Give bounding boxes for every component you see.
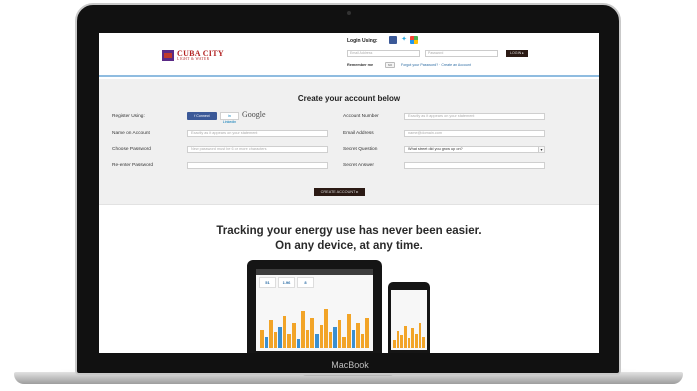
phone-illustration [388, 282, 430, 353]
forgot-password-link[interactable]: Forgot your Password? · Create an Accoun… [401, 63, 471, 67]
google-register-button[interactable]: Google [242, 110, 266, 119]
phone-bar-chart [393, 320, 426, 348]
create-account-section: Create your account below Register Using… [99, 79, 599, 205]
secret-question-value: What street did you grow up on? [408, 147, 463, 151]
tablet-screen: 51 1.96 8 [256, 269, 373, 351]
site-header: CUBA CITY LIGHT & WATER Login Using: ✦ E… [99, 33, 599, 77]
phone-screen [391, 290, 427, 350]
secret-question-select[interactable]: What street did you grow up on? ▾ [404, 146, 545, 153]
remember-me-label: Remember me [347, 63, 374, 67]
choose-password-input[interactable]: New password must be 6 or more character… [187, 146, 328, 153]
tablet-illustration: 51 1.96 8 [247, 260, 382, 353]
account-number-label: Account Number [343, 114, 379, 119]
tablet-app-bar [256, 269, 373, 275]
name-on-account-label: Name on Account [112, 131, 150, 136]
header-password-input[interactable]: Password [425, 50, 498, 57]
reenter-password-input[interactable] [187, 162, 328, 169]
promo-section: Tracking your energy use has never been … [99, 205, 599, 353]
login-button[interactable]: LOGIN ▸ [506, 50, 528, 57]
email-address-input[interactable]: name@domain.com [404, 130, 545, 137]
login-using-label: Login Using: [347, 38, 378, 44]
email-address-label: Email Address [343, 131, 374, 136]
device-label: MacBook [331, 360, 369, 370]
logo-sub: LIGHT & WATER [177, 57, 210, 61]
secret-question-label: Secret Question [343, 147, 378, 152]
screen: CUBA CITY LIGHT & WATER Login Using: ✦ E… [99, 33, 599, 353]
usage-card: 8 [297, 277, 314, 288]
google-login-icon[interactable] [410, 36, 418, 44]
promo-headline: Tracking your energy use has never been … [216, 225, 482, 237]
laptop-lid: MacBook CUBA CITY LIGHT & WATER Login Us… [75, 3, 621, 375]
secret-answer-input[interactable] [404, 162, 545, 169]
create-account-title: Create your account below [297, 94, 401, 103]
promo-subheadline: On any device, at any time. [275, 240, 423, 252]
reenter-password-label: Re-enter Password [112, 163, 154, 168]
header-email-input[interactable]: Email Address [347, 50, 420, 57]
logo-mark-icon [162, 50, 174, 62]
site-logo[interactable]: CUBA CITY LIGHT & WATER [162, 50, 224, 62]
linkedin-button[interactable]: in Linkedin [220, 112, 239, 124]
name-on-account-input[interactable]: Exactly as it appears on your statement [187, 130, 328, 137]
chevron-down-icon: ▾ [538, 147, 544, 152]
facebook-login-icon[interactable] [389, 36, 397, 44]
account-number-input[interactable]: Exactly as it appears on your statement [404, 113, 545, 120]
secret-answer-label: Secret Answer [343, 163, 374, 168]
facebook-connect-button[interactable]: f Connect [187, 112, 217, 120]
choose-password-label: Choose Password [112, 147, 151, 152]
register-using-label: Register Using: [112, 114, 145, 119]
usage-bar-chart [260, 302, 369, 348]
usage-card: 1.96 [278, 277, 295, 288]
usage-card: 51 [259, 277, 276, 288]
remember-me-toggle[interactable]: NO [385, 62, 395, 68]
create-account-button[interactable]: CREATE ACCOUNT ▸ [314, 188, 365, 196]
camera-icon [347, 11, 351, 15]
stage: MacBook CUBA CITY LIGHT & WATER Login Us… [0, 0, 697, 391]
twitter-login-icon[interactable]: ✦ [400, 36, 408, 44]
